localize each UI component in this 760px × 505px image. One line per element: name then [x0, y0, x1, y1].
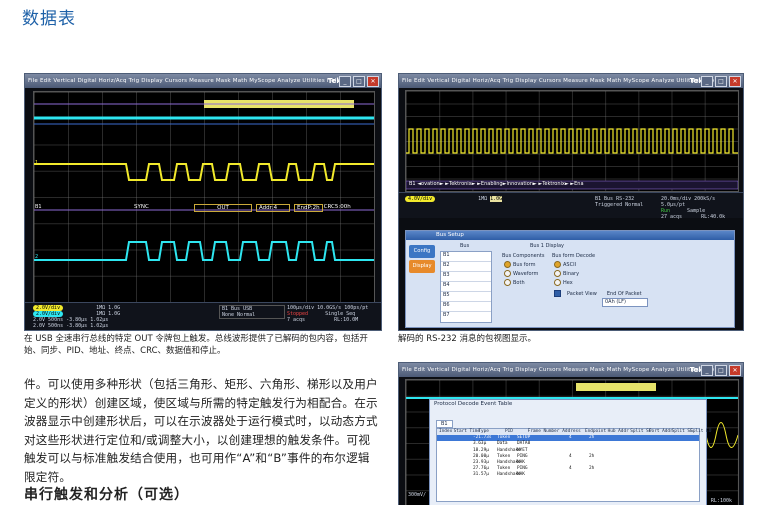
status-left-readout: 300mV/ [408, 492, 427, 498]
bus-list[interactable]: B1 B2 B3 B4 B5 B6 B7 [440, 251, 492, 323]
status-row-4: 2.0V 500ns -3.80µs 1.02µs [33, 323, 109, 329]
decode-option[interactable]: Binary [554, 270, 579, 279]
ch2-bandwidth: 1.0G [108, 311, 121, 317]
display-heading: Bus 1 Display [530, 243, 564, 249]
decode-option[interactable]: ASCII [554, 261, 579, 270]
minimize-icon[interactable]: _ [339, 76, 351, 87]
decode-heading: Bus form Decode [552, 253, 596, 259]
dialog-title: Bus Setup [406, 231, 734, 240]
bus-label-out: OUT [194, 204, 252, 212]
packet-view-label: Packet View [567, 290, 597, 297]
usb-trigger-screenshot: File Edit Vertical Digital Horiz/Acq Tri… [24, 73, 382, 331]
channel-marker-2[interactable]: 2 [35, 254, 38, 260]
acq-count: 7 acqs [287, 317, 306, 323]
channel-marker-b1[interactable]: B1 [35, 204, 42, 210]
packet-view-checkbox[interactable] [554, 290, 561, 297]
bus-item[interactable]: B5 [441, 292, 491, 302]
scope-menubar[interactable]: File Edit Vertical Digital Horiz/Acq Tri… [399, 363, 743, 377]
scope-status-bar: 4.0V/div 1MΩ 1.0G B1 Bus RS-232 Triggere… [399, 192, 743, 220]
menu-items[interactable]: File Edit Vertical Digital Horiz/Acq Tri… [402, 78, 714, 84]
menu-items[interactable]: File Edit Vertical Digital Horiz/Acq Tri… [402, 367, 714, 373]
component-option[interactable]: Bus form [504, 261, 538, 270]
bus-decode-labels: SYNC OUT Addr:4 EndP:2h CRC5:00h [134, 204, 351, 212]
tab-b1[interactable]: B1 [436, 420, 453, 428]
radio-icon[interactable] [504, 279, 511, 286]
minimize-icon[interactable]: _ [701, 365, 713, 376]
minimize-icon[interactable]: _ [701, 76, 713, 87]
caption-usb: 在 USB 全速串行总线的特定 OUT 令牌包上触发。总线波形提供了已解码的包内… [24, 334, 368, 356]
bus-mode: None Normal [222, 312, 256, 318]
rs232-screenshot: File Edit Vertical Digital Horiz/Acq Tri… [398, 73, 744, 331]
radio-icon[interactable] [554, 279, 561, 286]
radio-icon[interactable] [554, 270, 561, 277]
restore-icon[interactable]: □ [715, 365, 727, 376]
event-table-dialog[interactable]: Protocol Decode Event Table B1 Index Sta… [429, 399, 712, 505]
ch1-bandwidth: 1.0G [490, 196, 503, 202]
end-of-packet-label: End Of Packet [606, 290, 642, 297]
ch1-impedance: 1MΩ [478, 196, 488, 202]
component-option[interactable]: Waveform [504, 270, 538, 279]
bus-decode-text: B1 ◄ovation► ►Tektronix► ►Enabling►Innov… [409, 181, 584, 187]
bus-state: Triggered Normal [595, 202, 644, 208]
bus-setup-dialog[interactable]: Bus Setup Config Display Bus B1 B2 B3 B4… [405, 230, 735, 328]
bus-label-endp: EndP:2h [294, 204, 323, 212]
scope-menubar[interactable]: File Edit Vertical Digital Horiz/Acq Tri… [25, 74, 381, 88]
bus-label-crc: CRC5:00h [323, 204, 351, 210]
waveform-graticule[interactable]: B1 ◄ovation► ►Tektronix► ►Enabling►Innov… [405, 90, 739, 192]
section-heading: 串行触发和分析（可选） [24, 487, 189, 503]
ch1-scale[interactable]: 4.0V/div [405, 196, 436, 202]
bus-item[interactable]: B7 [441, 312, 491, 321]
ch1-trace [406, 128, 738, 154]
tab-display[interactable]: Display [409, 260, 435, 273]
close-icon[interactable]: ✕ [729, 76, 741, 87]
waveform-plot [406, 128, 738, 190]
bus-item[interactable]: B1 [441, 252, 491, 262]
radio-icon[interactable] [554, 261, 561, 268]
event-table[interactable]: Index Start Time Type PID Frame Number A… [436, 428, 712, 502]
caption-rs232: 解码的 RS-232 消息的包视图显示。 [398, 334, 536, 344]
acq-count: 27 acqs [661, 214, 683, 220]
table-row[interactable]: 31.57µ HandshakeNAK [437, 472, 699, 478]
waveform-plot [34, 100, 374, 261]
decode-option[interactable]: Hex [554, 279, 579, 288]
component-option[interactable]: Both [504, 279, 538, 288]
restore-icon[interactable]: □ [715, 76, 727, 87]
restore-icon[interactable]: □ [353, 76, 365, 87]
channel-marker-1[interactable]: 1 [35, 160, 38, 166]
end-of-packet-select[interactable]: 0Ah (LF) [602, 298, 648, 307]
bus-item[interactable]: B6 [441, 302, 491, 312]
waveform-graticule[interactable]: SYNC OUT Addr:4 EndP:2h CRC5:00h B1 1 2 [33, 91, 375, 303]
scope-status-bar: 2.0V/div 1MΩ 1.0G 2.0V/div 1MΩ 1.0G 2.0V… [25, 302, 381, 330]
ch1-trace [34, 163, 374, 181]
close-icon[interactable]: ✕ [729, 365, 741, 376]
menu-items[interactable]: File Edit Vertical Digital Horiz/Acq Tri… [28, 78, 340, 84]
tab-config[interactable]: Config [409, 245, 435, 258]
bus-item[interactable]: B2 [441, 262, 491, 272]
timebase-readout[interactable]: 20.0ms/div 200kS/s 5.0µs/pt [661, 196, 741, 208]
components-heading: Bus Components [502, 253, 545, 259]
bus-list-heading: Bus [460, 243, 470, 249]
event-table-screenshot: File Edit Vertical Digital Horiz/Acq Tri… [398, 362, 744, 505]
bus-label-addr: Addr:4 [256, 204, 290, 212]
radio-icon[interactable] [504, 270, 511, 277]
page-title: 数据表 [22, 9, 76, 29]
close-icon[interactable]: ✕ [367, 76, 379, 87]
dialog-title: Protocol Decode Event Table [430, 400, 706, 409]
bus-item[interactable]: B3 [441, 272, 491, 282]
bus-label-sync: SYNC [134, 204, 149, 210]
record-length: RL:40.0k [701, 214, 726, 220]
radio-icon[interactable] [504, 261, 511, 268]
record-length: RL:10.0M [334, 317, 359, 323]
body-paragraph: 件。可以使用多种形状（包括三角形、矩形、六角形、梯形以及用户定义的形状）创建区域… [24, 377, 378, 484]
record-length: RL:100k [710, 498, 732, 504]
bus-item[interactable]: B4 [441, 282, 491, 292]
ch2-trace [34, 241, 374, 261]
scope-menubar[interactable]: File Edit Vertical Digital Horiz/Acq Tri… [399, 74, 743, 88]
